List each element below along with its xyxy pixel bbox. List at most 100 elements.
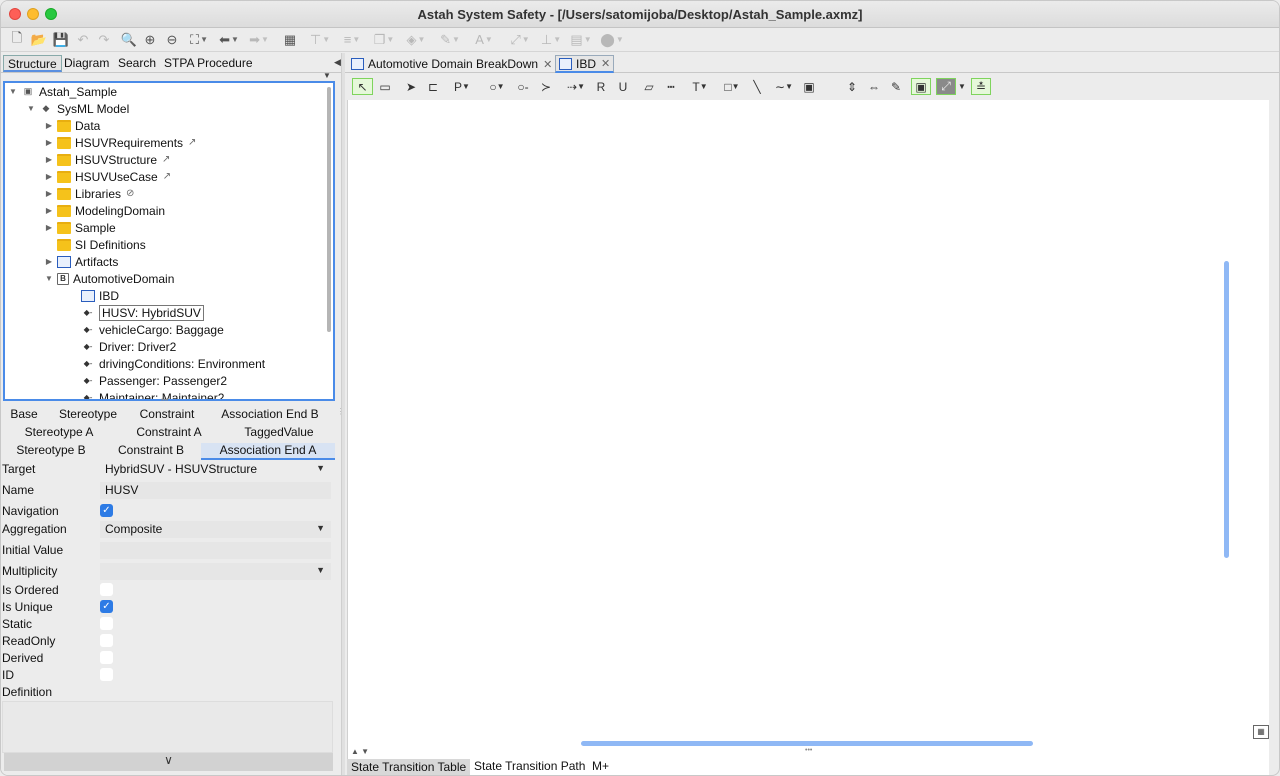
tree-item[interactable]: ▶ Libraries ⊘ — [43, 185, 135, 202]
tree-item[interactable]: ▶ HSUVUseCase ↗ — [43, 168, 171, 185]
tab-stereotype-b[interactable]: Stereotype B — [3, 443, 99, 460]
tab-constraint-b[interactable]: Constraint B — [101, 443, 201, 460]
tab-constraint-a[interactable]: Constraint A — [121, 425, 217, 442]
rectangle-tool-icon[interactable]: □ ▼ — [719, 78, 745, 95]
tree-child-item[interactable]: IBD — [79, 287, 119, 304]
fit-window-icon[interactable]: ⛶ ▼ — [186, 31, 212, 48]
overview-icon[interactable]: ▦ — [1253, 725, 1269, 739]
diagram-canvas[interactable] — [347, 100, 1269, 775]
tab-state-transition-path[interactable]: State Transition Path — [474, 759, 585, 773]
back-icon[interactable]: ⬅ ▼ — [216, 31, 242, 48]
flow-tool-icon[interactable]: ⇢ ▼ — [563, 78, 589, 95]
tab-automotive-domain-breakdown[interactable]: Automotive Domain BreakDown ✕ — [351, 55, 552, 73]
tree-child-item[interactable]: ◆‑ Maintainer: Maintainer2 — [79, 389, 225, 400]
zoom-out-icon[interactable]: ⊖ — [164, 31, 180, 48]
redo-icon[interactable]: ↷ — [96, 31, 112, 48]
note-anchor-icon[interactable]: ┅ — [663, 78, 679, 95]
multiplicity-select[interactable]: ▼ — [100, 563, 331, 580]
image-tool-icon[interactable]: ▣ — [801, 78, 817, 95]
expand-icon[interactable]: ▶ — [43, 138, 55, 147]
tree-item[interactable]: ▼ B AutomotiveDomain — [43, 270, 174, 287]
tab-stereotype-a[interactable]: Stereotype A — [11, 425, 107, 442]
tab-association-end-a[interactable]: Association End A — [201, 443, 335, 460]
expand-icon[interactable]: ▶ — [43, 257, 55, 266]
tab-m-plus[interactable]: M+ — [592, 759, 609, 773]
forward-icon[interactable]: ➡ ▼ — [246, 31, 272, 48]
zoom-in-icon[interactable]: ⊕ — [142, 31, 158, 48]
layout-icon[interactable]: ⊥ ▼ — [538, 31, 564, 48]
search-icon[interactable]: 🔍 — [121, 31, 137, 48]
target-select[interactable]: HybridSUV - HSUVStructure ▼ — [100, 461, 331, 478]
collapse-chevron-icon[interactable]: ∨ — [4, 753, 333, 771]
resize-dropdown-icon[interactable]: ▼ — [957, 78, 967, 95]
expand-icon[interactable]: ▼ — [43, 274, 55, 283]
usage-tool-icon[interactable]: U — [615, 78, 631, 95]
tree-child-item[interactable]: ◆‑ drivingConditions: Environment — [79, 355, 266, 372]
pin-icon[interactable]: ✎ — [888, 78, 904, 95]
close-tab-icon[interactable]: ✕ — [601, 57, 610, 70]
arrange-icon[interactable]: ▤ ▼ — [568, 31, 594, 48]
chevron-down-icon[interactable]: ▼ — [323, 71, 331, 80]
resize-handle-icon[interactable]: ••• — [161, 397, 168, 404]
port-tool-icon[interactable]: ➤ — [403, 78, 419, 95]
derived-checkbox[interactable] — [100, 651, 113, 664]
expand-icon[interactable]: ▶ — [43, 155, 55, 164]
line-tool-icon[interactable]: ╲ — [749, 78, 765, 95]
horizontal-scrollbar[interactable] — [581, 741, 1033, 746]
open-file-icon[interactable]: 📂 — [31, 31, 47, 48]
tree-item[interactable]: SI Definitions — [43, 236, 146, 253]
expand-icon[interactable]: ▶ — [43, 206, 55, 215]
vertical-scrollbar[interactable] — [1224, 261, 1229, 558]
expand-icon[interactable]: ▶ — [43, 223, 55, 232]
order-icon[interactable]: ❐ ▼ — [371, 31, 397, 48]
shape-icon[interactable]: ⬤ ▼ — [599, 31, 625, 48]
name-field[interactable]: HUSV — [100, 482, 331, 499]
aggregation-select[interactable]: Composite ▼ — [100, 521, 331, 538]
tab-association-end-b[interactable]: Association End B — [213, 407, 327, 424]
text-tool-icon[interactable]: T ▼ — [688, 78, 712, 95]
horizontal-space-icon[interactable]: ⇔ — [866, 78, 882, 95]
resize-icon[interactable]: ⤢ — [936, 78, 956, 95]
is-ordered-checkbox[interactable] — [100, 583, 113, 596]
layout-icon[interactable]: ≛ — [971, 78, 991, 95]
undo-icon[interactable]: ↶ — [75, 31, 91, 48]
tree-item[interactable]: ▶ ModelingDomain — [43, 202, 165, 219]
tab-state-transition-table[interactable]: State Transition Table — [347, 759, 471, 775]
expand-icon[interactable]: ▼ — [7, 87, 19, 96]
static-checkbox[interactable] — [100, 617, 113, 630]
tree-root[interactable]: ▼ ▣ Astah_Sample — [7, 83, 117, 100]
expand-icon[interactable]: ▶ — [43, 172, 55, 181]
frame-tool-icon[interactable]: ▭ — [377, 78, 393, 95]
tab-ibd[interactable]: IBD ✕ — [555, 55, 615, 73]
tab-diagram[interactable]: Diagram — [60, 55, 113, 72]
tree-child-item[interactable]: ◆‑ Passenger: Passenger2 — [79, 372, 228, 389]
tree-model[interactable]: ▼ ◆ SysML Model — [25, 100, 129, 117]
tab-taggedvalue[interactable]: TaggedValue — [231, 425, 327, 442]
expand-icon[interactable]: ▶ — [43, 189, 55, 198]
definition-textarea[interactable] — [2, 701, 333, 753]
chevron-left-icon[interactable]: ◀ — [334, 57, 341, 68]
curve-tool-icon[interactable]: ∼ ▼ — [771, 78, 797, 95]
is-unique-checkbox[interactable]: ✓ — [100, 600, 113, 613]
tab-base[interactable]: Base — [1, 407, 47, 424]
close-tab-icon[interactable]: ✕ — [543, 58, 552, 71]
tree-child-item[interactable]: ◆‑ vehicleCargo: Baggage — [79, 321, 224, 338]
font-color-icon[interactable]: A ▼ — [471, 31, 497, 48]
note-tool-icon[interactable]: ▱ — [641, 78, 657, 95]
circle-tool-icon[interactable]: ○ ▼ — [485, 78, 509, 95]
tab-stereotype[interactable]: Stereotype — [53, 407, 123, 424]
initial-value-field[interactable] — [100, 542, 331, 559]
expand-icon[interactable]: ▼ — [25, 104, 37, 113]
tree-item[interactable]: ▶ Data — [43, 117, 100, 134]
scroll-arrows-icon[interactable]: ▲ ▼ — [351, 747, 369, 756]
save-icon[interactable]: 💾 — [53, 31, 69, 48]
required-interface-icon[interactable]: ≻ — [538, 78, 554, 95]
line-color-icon[interactable]: ✎ ▼ — [437, 31, 463, 48]
tree-item[interactable]: ▶ Artifacts — [43, 253, 118, 270]
tree-item[interactable]: ▶ HSUVRequirements ↗ — [43, 134, 197, 151]
vertical-space-icon[interactable]: ⇕ — [844, 78, 860, 95]
tree-item[interactable]: ▶ HSUVStructure ↗ — [43, 151, 171, 168]
tab-search[interactable]: Search — [114, 55, 160, 72]
realize-tool-icon[interactable]: R — [593, 78, 609, 95]
grid-icon[interactable]: ▦ — [282, 31, 298, 48]
